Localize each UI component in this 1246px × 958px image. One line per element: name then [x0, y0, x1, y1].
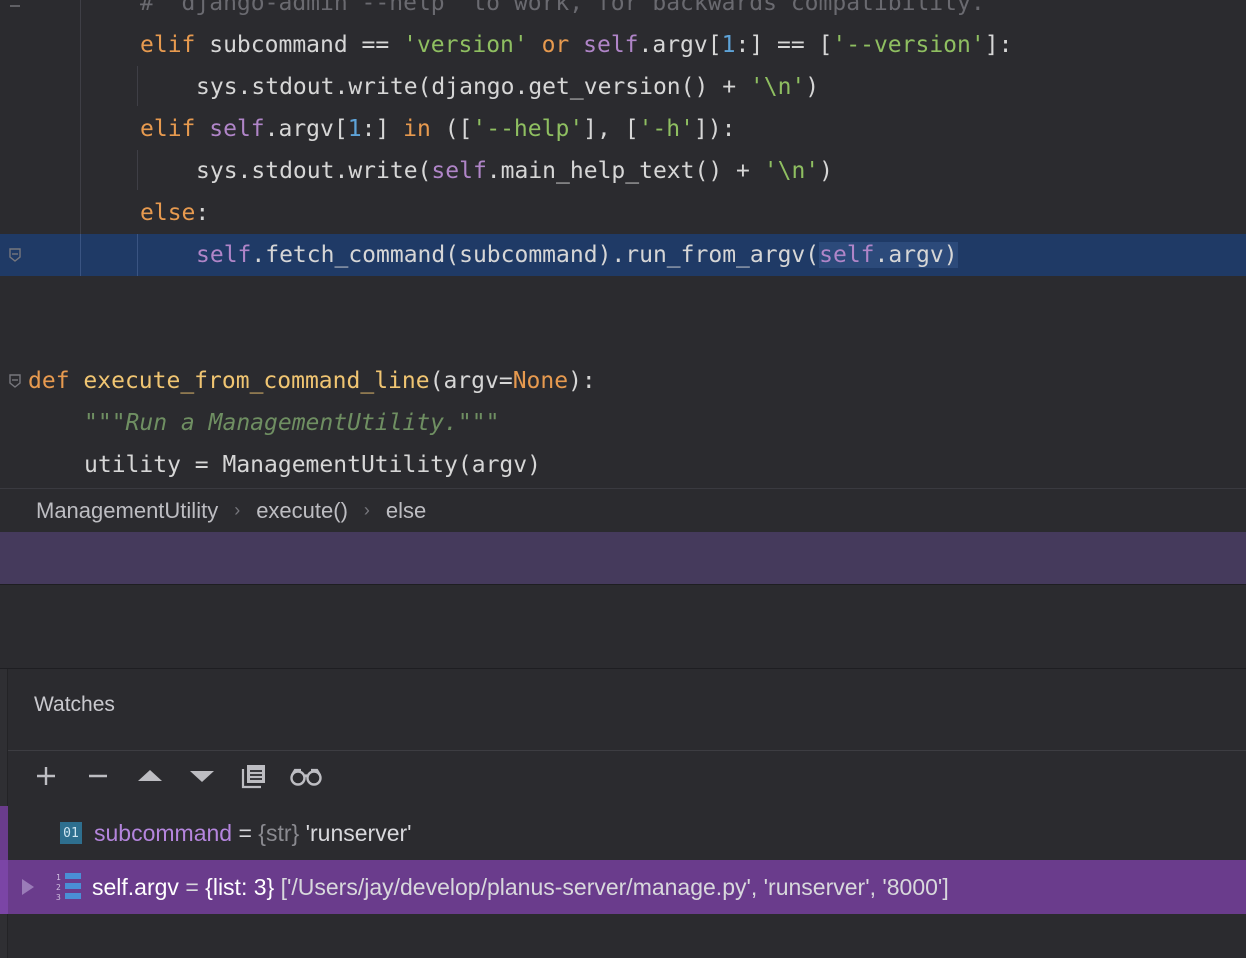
code-text: sys.stdout.write(self.main_help_text() +…	[196, 158, 833, 184]
move-up-button[interactable]	[124, 759, 176, 793]
debug-panel-spacer	[0, 585, 1246, 669]
code-line-def: def execute_from_command_line(argv=None)…	[0, 360, 1246, 402]
code-line-docstring: """Run a ManagementUtility."""	[0, 402, 1246, 444]
watch-type: {str}	[258, 819, 300, 846]
plus-icon	[37, 767, 55, 785]
comment-text: # django-admin --help to work, for backw…	[140, 0, 985, 16]
watch-type: {list: 3}	[205, 873, 275, 900]
breadcrumb-item-block[interactable]: else	[386, 498, 426, 524]
code-text: utility = ManagementUtility(argv)	[84, 452, 541, 478]
fold-marker-icon[interactable]	[9, 248, 21, 262]
watches-title: Watches	[34, 693, 115, 716]
code-line-else: else:	[0, 192, 1246, 234]
expand-arrow-icon[interactable]	[20, 877, 36, 897]
watch-name: subcommand	[94, 819, 233, 846]
watch-value: ['/Users/jay/develop/planus-server/manag…	[274, 873, 949, 900]
svg-text:2: 2	[56, 883, 61, 892]
code-text: sys.stdout.write(django.get_version() + …	[196, 74, 820, 100]
remove-watch-button[interactable]	[72, 759, 124, 793]
breadcrumb-separator: ›	[234, 500, 241, 520]
code-line-write-help: sys.stdout.write(self.main_help_text() +…	[0, 150, 1246, 192]
indent-guide	[80, 234, 81, 276]
fold-marker-icon[interactable]	[9, 374, 21, 388]
code-line-utility: utility = ManagementUtility(argv)	[0, 444, 1246, 486]
triangle-down-icon	[190, 771, 214, 782]
code-line-elif-help: elif self.argv[1:] in (['--help'], ['-h'…	[0, 108, 1246, 150]
watch-row-subcommand[interactable]: 01 subcommand = {str} 'runserver'	[0, 806, 1246, 860]
duplicate-watch-button[interactable]	[228, 759, 280, 793]
watch-equals: =	[178, 873, 206, 900]
watch-name: self.argv	[92, 873, 179, 900]
fold-marker-icon[interactable]	[9, 0, 21, 14]
watches-toolbar	[20, 759, 332, 793]
add-watch-button[interactable]	[20, 759, 72, 793]
svg-text:1: 1	[56, 873, 61, 882]
watch-value: 'runserver'	[299, 819, 412, 846]
debug-status-bar	[0, 532, 1246, 585]
code-text: elif subcommand == 'version' or self.arg…	[140, 32, 1013, 58]
indent-guide	[137, 234, 138, 276]
breadcrumb-separator: ›	[363, 500, 370, 520]
primitive-type-icon: 01	[60, 822, 82, 844]
code-line-elif-version: elif subcommand == 'version' or self.arg…	[0, 24, 1246, 66]
code-line-write-version: sys.stdout.write(django.get_version() + …	[0, 66, 1246, 108]
code-text: elif self.argv[1:] in (['--help'], ['-h'…	[140, 116, 736, 142]
code-text: else:	[140, 200, 210, 226]
breadcrumb-item-class[interactable]: ManagementUtility	[36, 498, 218, 524]
code-text: self.fetch_command(subcommand).run_from_…	[196, 242, 958, 268]
glasses-icon	[290, 768, 322, 786]
copy-icon	[241, 765, 265, 789]
current-execution-line: self.fetch_command(subcommand).run_from_…	[0, 234, 1246, 276]
docstring-text: """Run a ManagementUtility."""	[84, 410, 500, 436]
watch-row-self-argv[interactable]: 1 2 3 self.argv = {list: 3} ['/Users/jay…	[0, 860, 1246, 914]
row-marker	[0, 860, 8, 914]
watches-panel: Watches 01 subcommand = {str} 'runserver…	[0, 669, 1246, 958]
minus-icon	[89, 774, 107, 778]
code-text: def execute_from_command_line(argv=None)…	[28, 368, 596, 394]
list-type-icon: 1 2 3	[56, 873, 81, 902]
watch-equals: =	[232, 819, 259, 846]
svg-text:3: 3	[56, 893, 61, 902]
divider	[8, 750, 1246, 751]
code-editor[interactable]: # django-admin --help to work, for backw…	[0, 0, 1246, 488]
triangle-up-icon	[138, 770, 162, 781]
breadcrumb: ManagementUtility › execute() › else	[0, 488, 1246, 532]
breadcrumb-item-method[interactable]: execute()	[256, 498, 348, 524]
row-marker	[0, 806, 8, 860]
move-down-button[interactable]	[176, 759, 228, 793]
show-watches-inline-button[interactable]	[280, 759, 332, 793]
code-line-comment: # django-admin --help to work, for backw…	[0, 0, 1246, 24]
